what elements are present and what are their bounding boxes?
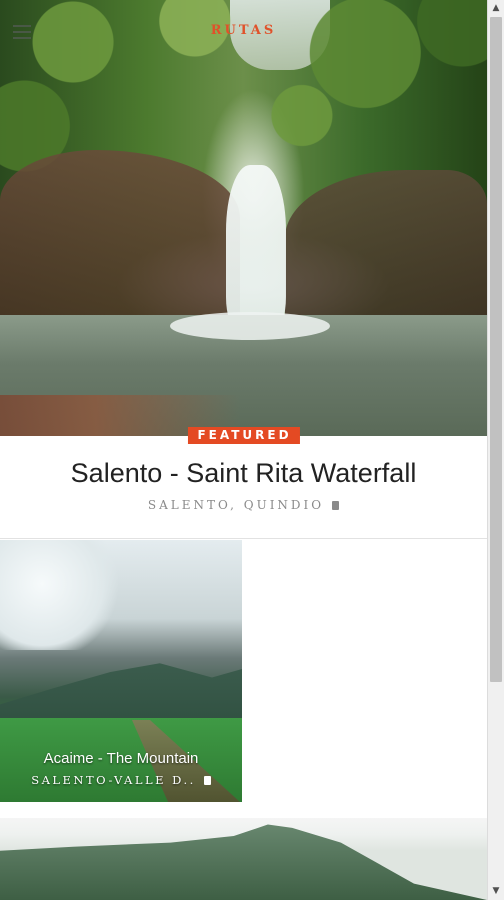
- hero-rock-left: [0, 150, 240, 320]
- route-card-title: Acaime - The Mountain: [43, 750, 199, 767]
- featured-route-image[interactable]: [0, 0, 487, 436]
- featured-location-text: SALENTO, QUINDIO: [147, 498, 325, 512]
- next-card-hills: [0, 824, 487, 900]
- next-route-card-image[interactable]: [0, 818, 487, 900]
- route-card-acaime[interactable]: Acaime - The Mountain SALENTO-VALLE D..: [0, 540, 242, 802]
- featured-route-title[interactable]: Salento - Saint Rita Waterfall: [0, 458, 487, 489]
- hero-pool-foam: [170, 312, 330, 340]
- map-pin-icon: [332, 501, 340, 510]
- vertical-scrollbar[interactable]: ▲ ▼: [487, 0, 504, 900]
- route-card-location-text: SALENTO-VALLE D..: [31, 773, 196, 787]
- scroll-down-arrow-icon[interactable]: ▼: [488, 883, 504, 900]
- featured-route-card[interactable]: FEATURED Salento - Saint Rita Waterfall …: [0, 427, 487, 539]
- featured-route-location: SALENTO, QUINDIO: [0, 498, 487, 512]
- card-cloud: [0, 540, 120, 650]
- map-pin-icon: [203, 776, 211, 785]
- featured-badge: FEATURED: [187, 427, 300, 444]
- scrollbar-thumb[interactable]: [490, 17, 502, 682]
- route-card-location: SALENTO-VALLE D..: [0, 773, 242, 787]
- app-viewport: RUTAS FEATURED Salento - Saint Rita Wate…: [0, 0, 487, 900]
- hero-waterfall: [226, 165, 286, 330]
- app-title: RUTAS: [210, 23, 277, 38]
- scroll-up-arrow-icon[interactable]: ▲: [488, 0, 504, 17]
